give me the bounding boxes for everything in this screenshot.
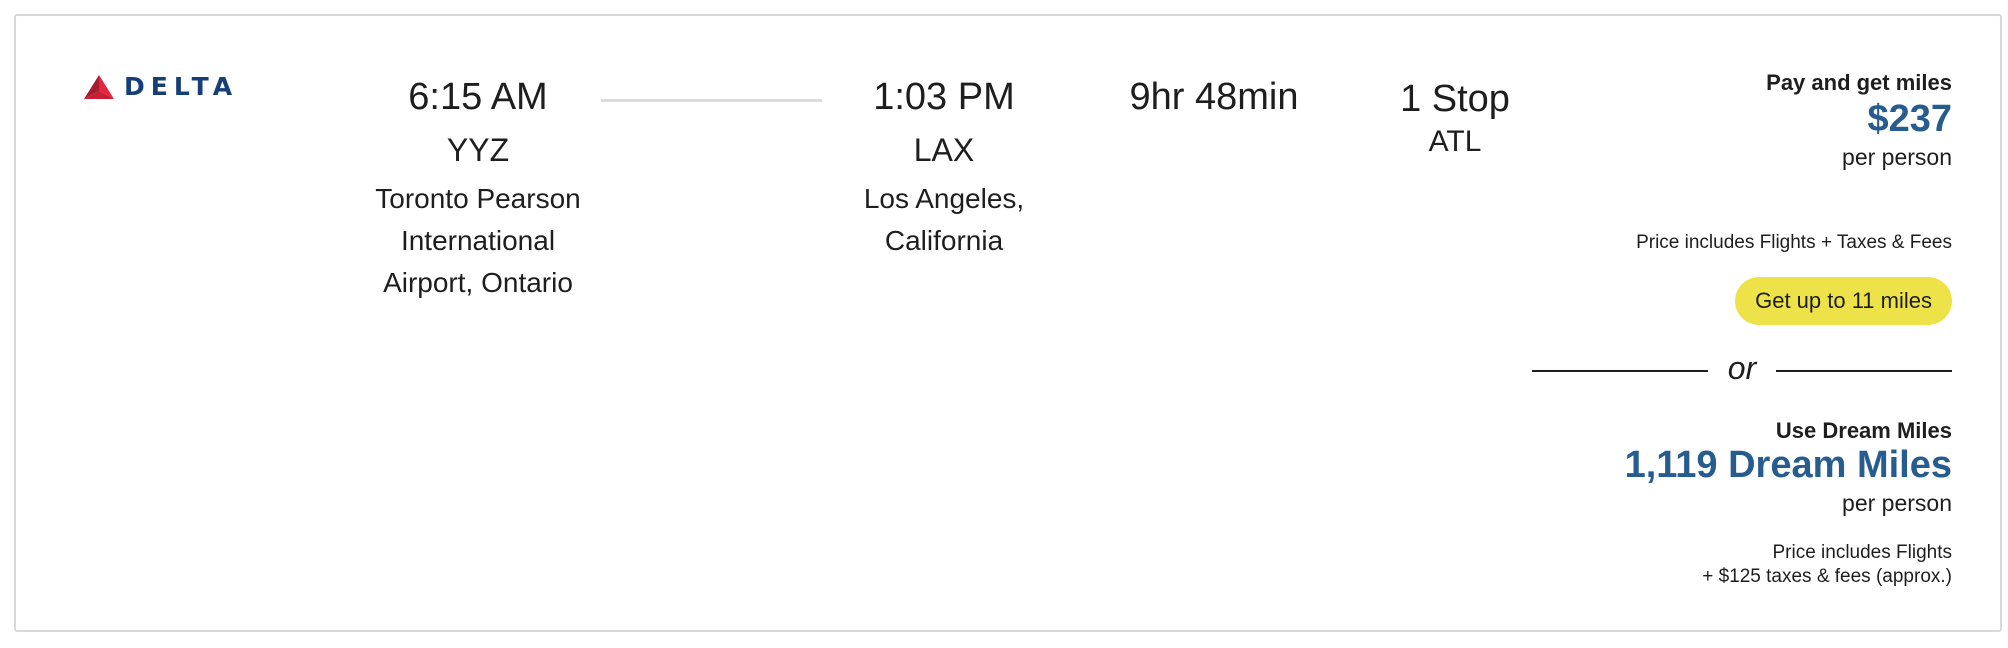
arrival-airport-name: Los Angeles, California	[842, 178, 1046, 262]
dream-includes-line: Price includes Flights	[1772, 542, 1952, 563]
departure-time: 6:15 AM	[408, 76, 548, 118]
stop-airport: ATL	[1428, 125, 1482, 158]
pay-option-title: Pay and get miles	[1766, 70, 1952, 95]
per-person-label: per person	[1842, 490, 1952, 516]
dream-price-includes-note: Price includes Flights + $125 taxes & fe…	[1702, 541, 1952, 589]
arrival-time: 1:03 PM	[873, 76, 1015, 118]
arrival-info: 1:03 PM LAX Los Angeles, California	[842, 74, 1046, 262]
arrival-city-line: California	[884, 225, 1004, 256]
departure-airport-name: Toronto Pearson International Airport, O…	[346, 178, 610, 304]
route-line	[601, 99, 822, 102]
departure-airport-code: YYZ	[446, 132, 510, 168]
departure-city-line: Toronto Pearson	[375, 183, 581, 214]
get-miles-button[interactable]: Get up to 11 miles	[1735, 277, 1952, 325]
cash-price: $237	[1867, 98, 1952, 140]
departure-city-line: Airport, Ontario	[383, 267, 573, 298]
airline-name: DELTA	[124, 72, 239, 101]
divider-line	[1776, 370, 1952, 372]
per-person-label: per person	[1842, 144, 1952, 170]
or-divider: or	[1532, 348, 1952, 388]
flight-result-card: DELTA 6:15 AM YYZ Toronto Pearson Intern…	[14, 14, 2002, 632]
departure-city-line: International	[400, 225, 556, 256]
divider-line	[1532, 370, 1708, 372]
or-label: or	[1727, 350, 1757, 386]
departure-info: 6:15 AM YYZ Toronto Pearson Internationa…	[346, 74, 610, 304]
dream-miles-title: Use Dream Miles	[1775, 418, 1952, 443]
stops-info: 1 Stop ATL	[1376, 76, 1534, 160]
stop-count: 1 Stop	[1400, 78, 1510, 120]
dream-miles-price: 1,119 Dream Miles	[1624, 444, 1952, 486]
arrival-city-line: Los Angeles,	[863, 183, 1025, 214]
airline-logo: DELTA	[84, 72, 238, 101]
dream-includes-line: + $125 taxes & fees (approx.)	[1702, 566, 1952, 587]
delta-widget-icon	[84, 74, 114, 99]
flight-duration: 9hr 48min	[1129, 76, 1299, 118]
price-includes-note: Price includes Flights + Taxes & Fees	[1636, 232, 1952, 253]
arrival-airport-code: LAX	[913, 132, 975, 168]
